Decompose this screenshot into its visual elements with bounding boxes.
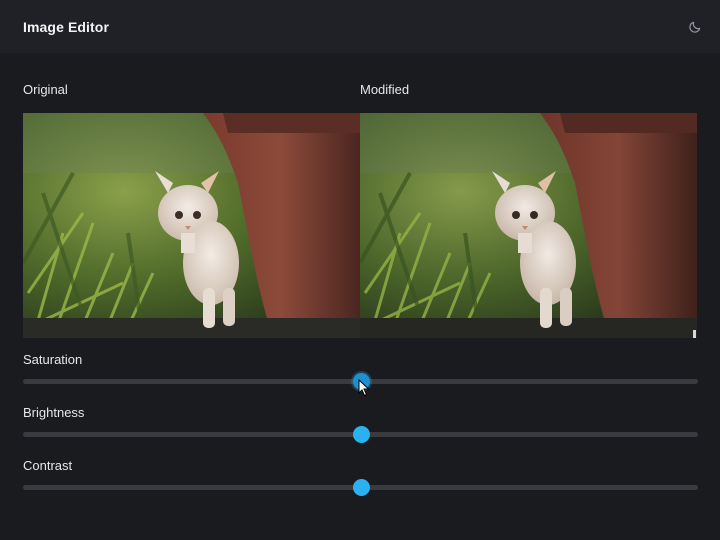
modified-image [360, 113, 697, 338]
contrast-slider-thumb[interactable] [352, 479, 370, 496]
contrast-label: Contrast [23, 458, 73, 473]
app-header: Image Editor [0, 0, 720, 53]
saturation-slider-thumb[interactable] [352, 373, 370, 390]
brightness-slider-thumb[interactable] [352, 426, 370, 443]
app-title: Image Editor [23, 18, 109, 35]
modified-label: Modified [360, 82, 410, 97]
resize-handle-icon [693, 330, 696, 338]
saturation-label: Saturation [23, 352, 83, 367]
original-image [23, 113, 360, 338]
brightness-slider[interactable] [23, 426, 698, 443]
moon-icon [689, 21, 701, 33]
contrast-slider[interactable] [23, 479, 698, 496]
brightness-label: Brightness [23, 405, 85, 420]
original-label: Original [23, 82, 68, 97]
theme-toggle-button[interactable] [684, 16, 706, 38]
saturation-slider[interactable] [23, 373, 698, 390]
